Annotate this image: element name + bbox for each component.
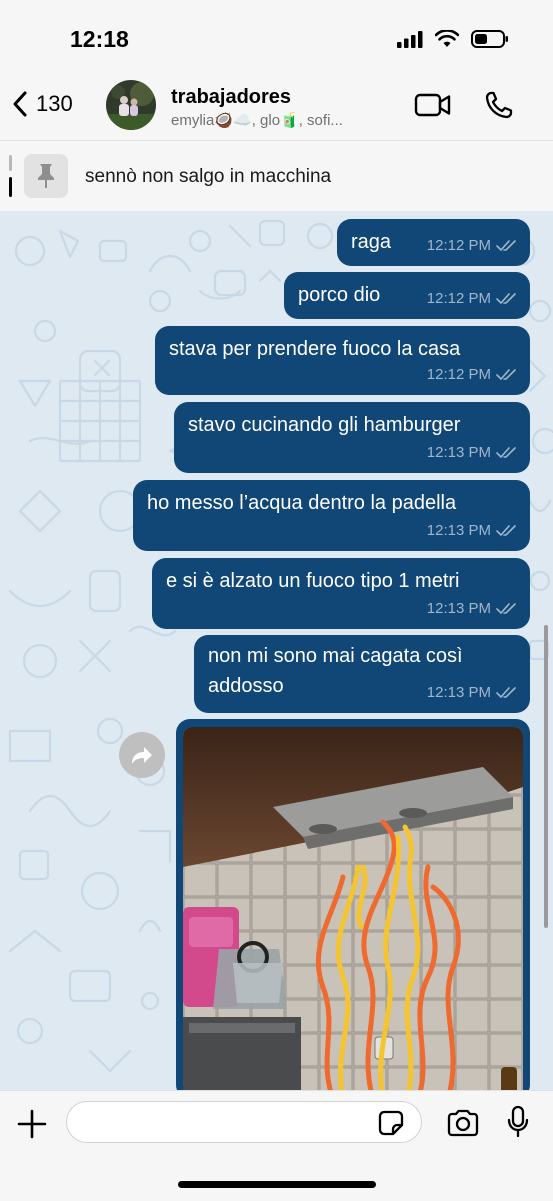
pinned-message-bar[interactable]: sennò non salgo in macchina <box>0 140 553 211</box>
status-time: 12:18 <box>70 26 129 52</box>
battery-icon <box>471 30 508 48</box>
group-title[interactable]: trabajadores <box>171 86 291 109</box>
unread-count: 130 <box>36 91 73 116</box>
message-time: 12:12 PM <box>426 366 491 383</box>
read-receipt-icon <box>496 524 516 536</box>
message-bubble[interactable]: ho messo l’acqua dentro la padella 12:13… <box>133 480 530 551</box>
wifi-icon <box>435 30 459 47</box>
camera-icon <box>447 1109 479 1137</box>
message-meta: 12:13 PM <box>427 595 518 622</box>
message-meta: 12:12 PM <box>427 232 518 259</box>
group-members: emylia🥥☁️, glo🧃, sofi... <box>171 112 343 129</box>
message-input[interactable] <box>66 1101 422 1143</box>
attach-button[interactable] <box>16 1108 48 1145</box>
microphone-icon <box>507 1105 529 1138</box>
kitchen-photo <box>183 727 523 1091</box>
message-time: 12:13 PM <box>426 522 491 539</box>
message-text: non mi sono mai cagata così <box>208 645 463 667</box>
message-bubble[interactable]: e si è alzato un fuoco tipo 1 metri 12:1… <box>152 558 530 629</box>
message-text: porco dio <box>298 284 381 306</box>
message-meta: 12:12 PM <box>427 285 518 312</box>
message-bubble[interactable]: raga 12:12 PM <box>337 219 530 266</box>
chat-header: 130 trabajadores emylia🥥☁️, glo🧃, sofi..… <box>0 80 553 140</box>
message-text: raga <box>351 231 392 253</box>
read-receipt-icon <box>496 446 516 458</box>
message-text: stavo cucinando gli hamburger <box>188 414 461 436</box>
message-text: ho messo l’acqua dentro la padella <box>147 492 457 514</box>
message-meta: 12:13 PM <box>427 679 518 706</box>
message-time: 12:13 PM <box>426 684 491 701</box>
video-call-icon <box>414 93 451 117</box>
pin-icon <box>38 164 54 188</box>
camera-button[interactable] <box>446 1109 480 1142</box>
message-meta: 12:13 PM <box>427 439 518 466</box>
pinned-indicator <box>9 155 12 197</box>
read-receipt-icon <box>496 686 516 698</box>
microphone-button[interactable] <box>506 1105 530 1144</box>
message-time: 12:12 PM <box>426 290 491 307</box>
video-call-button[interactable] <box>414 92 452 123</box>
sticker-icon <box>378 1110 404 1136</box>
chat-scroll-indicator[interactable] <box>544 625 548 928</box>
message-time: 12:13 PM <box>426 600 491 617</box>
read-receipt-icon <box>496 602 516 614</box>
photo-message[interactable] <box>176 719 530 1091</box>
message-bubble[interactable]: non mi sono mai cagata così addosso 12:1… <box>194 635 530 713</box>
read-receipt-icon <box>496 239 516 251</box>
message-time: 12:13 PM <box>426 444 491 461</box>
message-text: stava per prendere fuoco la casa <box>169 338 461 360</box>
cellular-signal-icon <box>397 30 423 48</box>
sticker-button[interactable] <box>378 1110 404 1141</box>
message-time: 12:12 PM <box>426 237 491 254</box>
read-receipt-icon <box>496 292 516 304</box>
status-bar: 12:18 <box>0 0 553 80</box>
message-bubble[interactable]: stava per prendere fuoco la casa 12:12 P… <box>155 326 530 395</box>
avatar-photo <box>106 80 156 130</box>
chat-area[interactable]: raga 12:12 PM porco dio 12:12 PM stava p… <box>0 211 553 1091</box>
back-button[interactable]: 130 <box>12 90 73 118</box>
photo-thumbnail[interactable] <box>183 727 523 1091</box>
message-text: e si è alzato un fuoco tipo 1 metri <box>166 570 460 592</box>
pin-icon-box <box>24 154 68 198</box>
message-text: addosso <box>208 675 284 697</box>
status-icons <box>397 30 509 48</box>
forward-icon <box>132 747 152 764</box>
back-chevron-icon <box>13 91 27 117</box>
message-bubble[interactable]: stavo cucinando gli hamburger 12:13 PM <box>174 402 530 473</box>
pinned-text: sennò non salgo in macchina <box>85 166 332 187</box>
message-bubble[interactable]: porco dio 12:12 PM <box>284 272 530 319</box>
message-meta: 12:12 PM <box>427 361 518 388</box>
read-receipt-icon <box>496 368 516 380</box>
message-meta: 12:13 PM <box>427 517 518 544</box>
phone-icon <box>485 91 513 119</box>
plus-icon <box>17 1109 47 1139</box>
forward-button[interactable] <box>119 732 165 778</box>
home-indicator[interactable] <box>178 1181 376 1188</box>
voice-call-button[interactable] <box>484 90 514 125</box>
group-avatar[interactable] <box>106 80 156 130</box>
